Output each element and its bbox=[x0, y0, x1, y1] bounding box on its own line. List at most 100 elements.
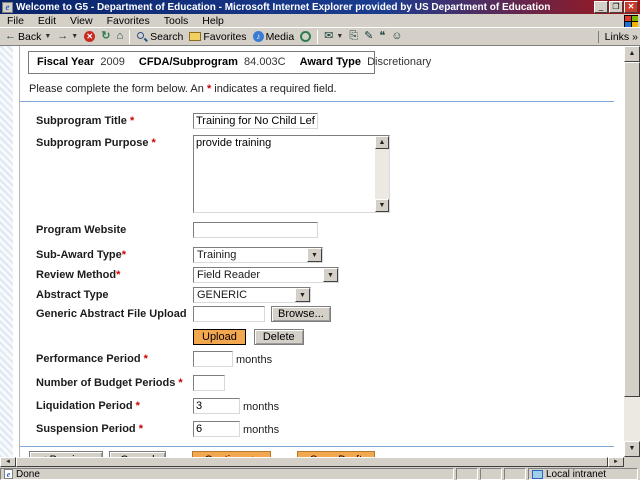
review-method-select[interactable]: Field Reader ▼ bbox=[193, 267, 339, 283]
security-zone-panel: Local intranet bbox=[528, 468, 638, 480]
form-content: Fiscal Year 2009 CFDA/Subprogram 84.003C A… bbox=[19, 46, 624, 457]
stop-icon: ✕ bbox=[84, 31, 96, 42]
scroll-right-icon[interactable]: ► bbox=[608, 457, 624, 467]
required-asterisk: * bbox=[129, 115, 135, 127]
chevron-down-icon[interactable]: ▼ bbox=[307, 248, 322, 262]
upload-row-spacer bbox=[36, 329, 193, 331]
status-segment bbox=[480, 468, 502, 480]
scrollbar-thumb[interactable] bbox=[16, 457, 608, 467]
scroll-down-icon[interactable]: ▼ bbox=[624, 441, 640, 457]
status-bar: e Done Local intranet bbox=[0, 467, 640, 480]
file-upload-row: Generic Abstract File Upload Browse... bbox=[20, 306, 624, 322]
menu-file[interactable]: File bbox=[0, 15, 31, 27]
intranet-zone-icon bbox=[532, 469, 543, 479]
chevron-down-icon[interactable]: ▼ bbox=[323, 268, 338, 282]
discuss-button[interactable]: ❝ bbox=[376, 30, 388, 43]
file-path-input[interactable] bbox=[193, 306, 265, 322]
refresh-button[interactable]: ↻ bbox=[98, 30, 113, 43]
menu-tools[interactable]: Tools bbox=[157, 15, 196, 27]
menu-favorites[interactable]: Favorites bbox=[100, 15, 157, 27]
zone-label: Local intranet bbox=[546, 468, 607, 480]
award-type-label: Award Type bbox=[299, 56, 361, 68]
review-method-row: Review Method* Field Reader ▼ bbox=[20, 267, 624, 283]
selected-value: Training bbox=[197, 249, 237, 261]
subprogram-title-input[interactable] bbox=[193, 113, 318, 129]
fiscal-year-label: Fiscal Year bbox=[37, 56, 95, 68]
award-type-value: Discretionary bbox=[367, 56, 432, 68]
toolbar-separator bbox=[317, 29, 319, 44]
subprogram-purpose-textarea[interactable]: provide training bbox=[194, 136, 375, 212]
required-asterisk: * bbox=[178, 377, 183, 389]
abstract-type-label: Abstract Type bbox=[36, 289, 109, 301]
subprogram-purpose-box: provide training ▲ ▼ bbox=[193, 135, 390, 213]
horizontal-scrollbar[interactable]: ◄ ► bbox=[0, 457, 640, 467]
menu-view[interactable]: View bbox=[63, 15, 100, 27]
favorites-label: Favorites bbox=[203, 30, 247, 43]
months-suffix: months bbox=[243, 401, 280, 413]
forward-button[interactable]: → ▼ bbox=[54, 30, 81, 43]
forward-dropdown-icon[interactable]: ▼ bbox=[71, 33, 78, 40]
browse-button[interactable]: Browse... bbox=[271, 306, 331, 322]
scroll-down-icon[interactable]: ▼ bbox=[375, 199, 389, 212]
scroll-up-icon[interactable]: ▲ bbox=[624, 46, 640, 62]
search-button[interactable]: Search bbox=[133, 30, 186, 44]
sub-award-type-row: Sub-Award Type* Training ▼ bbox=[20, 247, 624, 263]
chevron-down-icon[interactable]: ▼ bbox=[295, 288, 310, 302]
links-bar[interactable]: Links » bbox=[597, 30, 638, 43]
budget-periods-input[interactable] bbox=[193, 375, 225, 391]
scroll-left-icon[interactable]: ◄ bbox=[0, 457, 16, 467]
restore-button[interactable]: ❐ bbox=[609, 1, 623, 13]
edit-button[interactable]: ✎ bbox=[361, 30, 376, 43]
favorites-button[interactable]: Favorites bbox=[186, 30, 249, 44]
mail-button[interactable]: ✉ ▼ bbox=[321, 30, 346, 43]
cfda-label: CFDA/Subprogram bbox=[138, 56, 238, 68]
delete-button[interactable]: Delete bbox=[253, 329, 304, 345]
mail-icon: ✉ bbox=[324, 30, 334, 42]
suspension-period-input[interactable] bbox=[193, 421, 240, 437]
required-asterisk: * bbox=[151, 137, 156, 149]
abstract-type-row: Abstract Type GENERIC ▼ bbox=[20, 287, 624, 303]
history-button[interactable] bbox=[297, 30, 314, 43]
label-text: Sub-Award Type bbox=[36, 249, 122, 261]
close-button[interactable]: ✕ bbox=[624, 1, 638, 13]
label-text: Review Method bbox=[36, 269, 117, 281]
stop-button[interactable]: ✕ bbox=[81, 30, 98, 43]
vertical-scrollbar[interactable]: ▲ ▼ bbox=[624, 46, 640, 457]
performance-period-row: Performance Period * months bbox=[20, 351, 624, 367]
liquidation-period-row: Liquidation Period * months bbox=[20, 398, 624, 414]
program-website-input[interactable] bbox=[193, 222, 318, 238]
textarea-scrollbar[interactable]: ▲ ▼ bbox=[375, 136, 389, 212]
back-button[interactable]: ← Back ▼ bbox=[2, 30, 54, 44]
mail-dropdown-icon[interactable]: ▼ bbox=[336, 33, 343, 40]
print-button[interactable]: ⎘ bbox=[346, 30, 361, 43]
menu-edit[interactable]: Edit bbox=[31, 15, 63, 27]
refresh-icon: ↻ bbox=[101, 30, 111, 42]
media-label: Media bbox=[265, 30, 295, 43]
required-asterisk: * bbox=[138, 423, 143, 435]
suspension-period-row: Suspension Period * months bbox=[20, 421, 624, 437]
upload-button[interactable]: Upload bbox=[193, 329, 246, 345]
cfda-value: 84.003C bbox=[244, 56, 286, 68]
sub-award-type-label: Sub-Award Type* bbox=[36, 247, 193, 261]
status-message-panel: e Done bbox=[0, 468, 454, 480]
links-chevron-icon[interactable]: » bbox=[632, 31, 638, 43]
sub-award-type-select[interactable]: Training ▼ bbox=[193, 247, 323, 263]
minimize-button[interactable]: _ bbox=[594, 1, 608, 13]
status-segment bbox=[504, 468, 526, 480]
scrollbar-track[interactable] bbox=[375, 149, 389, 199]
page-left-decoration bbox=[0, 46, 13, 457]
liquidation-period-input[interactable] bbox=[193, 398, 240, 414]
media-button[interactable]: ♪ Media bbox=[250, 30, 298, 44]
home-button[interactable]: ⌂ bbox=[113, 30, 126, 43]
messenger-button[interactable]: ☺ bbox=[388, 30, 405, 43]
abstract-type-select[interactable]: GENERIC ▼ bbox=[193, 287, 311, 303]
scrollbar-thumb[interactable] bbox=[624, 62, 640, 397]
performance-period-input[interactable] bbox=[193, 351, 233, 367]
search-label: Search bbox=[150, 30, 184, 43]
scrollbar-track[interactable] bbox=[624, 397, 640, 441]
search-icon bbox=[136, 31, 149, 43]
scroll-up-icon[interactable]: ▲ bbox=[375, 136, 389, 149]
menu-help[interactable]: Help bbox=[195, 15, 231, 27]
back-dropdown-icon[interactable]: ▼ bbox=[44, 33, 51, 40]
menu-bar: File Edit View Favorites Tools Help bbox=[0, 14, 640, 28]
